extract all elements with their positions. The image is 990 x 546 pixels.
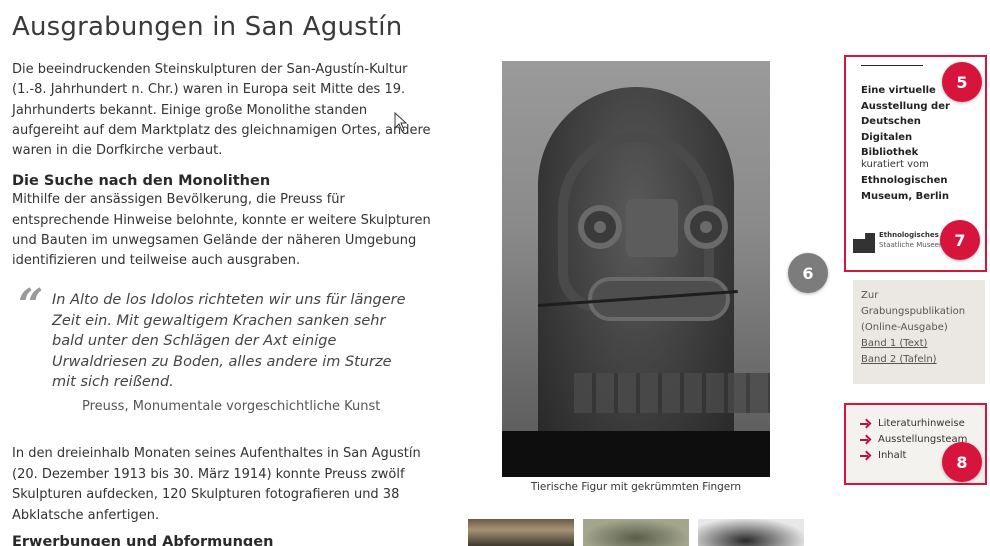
arrow-right-icon	[860, 451, 870, 461]
museum-name: Ethnologischen Museum, Berlin	[861, 175, 949, 202]
mouse-pointer-icon	[394, 112, 408, 132]
publication-intro: Zur Grabungspublikation (Online-Ausgabe)	[861, 290, 966, 333]
divider	[861, 65, 923, 66]
intro-section: Die beeindruckenden Steinskulpturen der …	[12, 60, 432, 272]
quote-source: Preuss, Monumentale vorgeschichtliche Ku…	[82, 398, 381, 414]
nav-item-literatur[interactable]: Literaturhinweise	[860, 416, 967, 432]
museum-logo-icon	[853, 233, 875, 253]
quote-text: In Alto de los Idolos richteten wir uns …	[52, 292, 406, 390]
thumbnail-1[interactable]	[468, 519, 574, 546]
section-paragraph-monolithen: Mithilfe der ansässigen Bevölkerung, die…	[12, 192, 431, 269]
link-band-1[interactable]: Band 1 (Text)	[861, 336, 977, 352]
figure-caption: Tierische Figur mit gekrümmten Fingern	[530, 481, 742, 493]
annotation-badge-6: 6	[788, 253, 828, 293]
annotation-badge-7: 7	[940, 220, 980, 260]
museum-logo[interactable]: Ethnologisches Museum Staatliche Museen …	[853, 231, 976, 255]
section-heading-erwerbungen: Erwerbungen und Abformungen	[12, 534, 274, 546]
publication-box: Zur Grabungspublikation (Online-Ausgabe)…	[853, 280, 985, 384]
stone-sculpture	[538, 87, 770, 467]
annotation-badge-5: 5	[942, 62, 982, 102]
arrow-right-icon	[860, 419, 870, 429]
section-paragraph-aufenthalt: In den dreieinhalb Monaten seines Aufent…	[12, 446, 421, 523]
annotation-badge-8: 8	[942, 442, 982, 482]
sculpture-photo[interactable]	[502, 61, 770, 477]
thumbnail-3[interactable]	[698, 519, 804, 546]
link-band-2[interactable]: Band 2 (Tafeln)	[861, 352, 977, 368]
pedestal	[502, 431, 770, 477]
thumbnail-2[interactable]	[583, 519, 689, 546]
intro-paragraph: Die beeindruckenden Steinskulpturen der …	[12, 62, 431, 159]
blockquote: “ In Alto de los Idolos richteten wir un…	[18, 284, 418, 414]
curated-label: kuratiert vom	[861, 159, 929, 170]
quote-mark-icon: “	[18, 280, 44, 331]
page-title: Ausgrabungen in San Agustín	[12, 12, 403, 42]
arrow-right-icon	[860, 435, 870, 445]
section-heading-monolithen: Die Suche nach den Monolithen	[12, 173, 271, 190]
